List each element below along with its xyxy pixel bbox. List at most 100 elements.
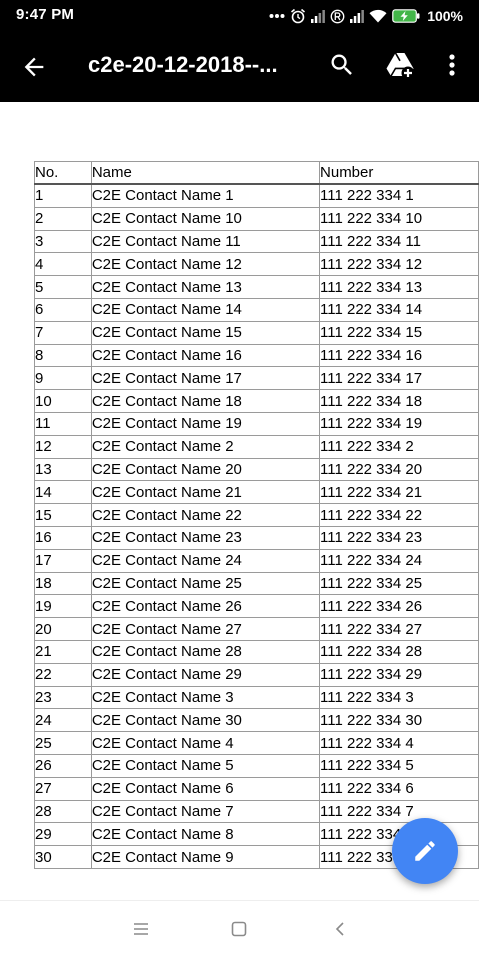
cell-name: C2E Contact Name 16 [90, 343, 321, 368]
table-row: 11 C2E Contact Name 19 111 222 334 19 [34, 411, 479, 436]
table-row: 26 C2E Contact Name 5 111 222 334 5 [34, 753, 479, 778]
cell-name: C2E Contact Name 19 [90, 411, 321, 436]
table-row: 12 C2E Contact Name 2 111 222 334 2 [34, 434, 479, 459]
cell-number: 111 222 334 5 [319, 753, 479, 778]
cell-number: 111 222 334 19 [319, 411, 479, 436]
cell-name: C2E Contact Name 15 [90, 320, 321, 345]
cell-no: 1 [34, 183, 92, 208]
cell-no: 22 [34, 662, 92, 687]
edit-fab-button[interactable] [392, 818, 458, 884]
cell-name: C2E Contact Name 11 [90, 229, 321, 254]
table-row: 17 C2E Contact Name 24 111 222 334 24 [34, 548, 479, 573]
cell-name: C2E Contact Name 2 [90, 434, 321, 459]
header-no: No. [34, 161, 92, 185]
cell-name: C2E Contact Name 3 [90, 685, 321, 710]
system-nav-bar [0, 900, 479, 959]
cell-number: 111 222 334 14 [319, 297, 479, 322]
cell-no: 3 [34, 229, 92, 254]
drive-add-icon[interactable] [385, 50, 415, 80]
cell-name: C2E Contact Name 7 [90, 799, 321, 824]
cell-no: 23 [34, 685, 92, 710]
header-number: Number [319, 161, 479, 185]
cell-number: 111 222 334 15 [319, 320, 479, 345]
table-row: 25 C2E Contact Name 4 111 222 334 4 [34, 731, 479, 755]
back-icon[interactable] [334, 921, 346, 937]
cell-name: C2E Contact Name 23 [90, 525, 321, 550]
cell-name: C2E Contact Name 20 [90, 457, 321, 482]
cell-no: 26 [34, 753, 92, 778]
cell-name: C2E Contact Name 28 [90, 639, 321, 664]
cell-number: 111 222 334 29 [319, 662, 479, 687]
cell-no: 30 [34, 845, 92, 869]
table-row: 1 C2E Contact Name 1 111 222 334 1 [34, 183, 479, 208]
table-row: 24 C2E Contact Name 30 111 222 334 30 [34, 708, 479, 733]
cell-no: 15 [34, 503, 92, 527]
back-arrow-icon[interactable] [20, 53, 48, 81]
cell-no: 28 [34, 799, 92, 824]
cell-number: 111 222 334 26 [319, 594, 479, 619]
table-body: 1 C2E Contact Name 1 111 222 334 1 2 C2E Con… [34, 183, 479, 869]
cell-name: C2E Contact Name 6 [90, 776, 321, 801]
cell-name: C2E Contact Name 25 [90, 571, 321, 596]
cell-no: 12 [34, 434, 92, 459]
cell-name: C2E Contact Name 14 [90, 297, 321, 322]
cell-name: C2E Contact Name 24 [90, 548, 321, 573]
table-row: 21 C2E Contact Name 28 111 222 334 28 [34, 639, 479, 664]
cell-number: 111 222 334 12 [319, 252, 479, 277]
cell-no: 20 [34, 617, 92, 641]
document-title: c2e-20-12-2018--... [88, 52, 278, 77]
home-icon[interactable] [231, 921, 247, 937]
battery-percent: 100% [427, 8, 463, 24]
app-bar: c2e-20-12-2018--... [0, 32, 479, 102]
cell-name: C2E Contact Name 9 [90, 845, 321, 869]
table-row: 9 C2E Contact Name 17 111 222 334 17 [34, 366, 479, 391]
more-dots-icon [269, 14, 285, 18]
table-row: 2 C2E Contact Name 10 111 222 334 10 [34, 206, 479, 231]
more-vert-icon[interactable] [440, 50, 464, 80]
cell-no: 7 [34, 320, 92, 345]
cell-number: 111 222 334 22 [319, 503, 479, 527]
alarm-icon [291, 8, 306, 24]
cell-no: 9 [34, 366, 92, 391]
cell-no: 10 [34, 389, 92, 413]
cell-no: 17 [34, 548, 92, 573]
cell-no: 11 [34, 411, 92, 436]
contacts-table: No. Name Number 1 C2E Contact Name 1 111 2… [34, 161, 479, 869]
registered-icon [330, 9, 345, 23]
cell-name: C2E Contact Name 30 [90, 708, 321, 733]
cell-number: 111 222 334 23 [319, 525, 479, 550]
cell-no: 13 [34, 457, 92, 482]
table-row: 16 C2E Contact Name 23 111 222 334 23 [34, 525, 479, 550]
cell-name: C2E Contact Name 29 [90, 662, 321, 687]
cell-no: 6 [34, 297, 92, 322]
menu-icon[interactable] [132, 921, 150, 937]
cell-no: 27 [34, 776, 92, 801]
table-header-row: No. Name Number [34, 161, 479, 185]
cell-name: C2E Contact Name 5 [90, 753, 321, 778]
battery-charging-icon [392, 9, 420, 23]
status-bar: 9:47 PM 100% [0, 0, 479, 32]
search-icon[interactable] [328, 51, 356, 79]
cell-number: 111 222 334 3 [319, 685, 479, 710]
cell-number: 111 222 334 24 [319, 548, 479, 573]
cell-number: 111 222 334 10 [319, 206, 479, 231]
cell-no: 5 [34, 275, 92, 299]
table-row: 14 C2E Contact Name 21 111 222 334 21 [34, 480, 479, 505]
cell-number: 111 222 334 21 [319, 480, 479, 505]
edit-pencil-icon [415, 841, 435, 861]
table-row: 27 C2E Contact Name 6 111 222 334 6 [34, 776, 479, 801]
cell-no: 21 [34, 639, 92, 664]
cell-name: C2E Contact Name 8 [90, 822, 321, 847]
document-view[interactable]: No. Name Number 1 C2E Contact Name 1 111 2… [0, 102, 479, 900]
table-row: 15 C2E Contact Name 22 111 222 334 22 [34, 503, 479, 527]
table-row: 4 C2E Contact Name 12 111 222 334 12 [34, 252, 479, 277]
table-row: 22 C2E Contact Name 29 111 222 334 29 [34, 662, 479, 687]
cell-number: 111 222 334 6 [319, 776, 479, 801]
cell-name: C2E Contact Name 4 [90, 731, 321, 755]
table-row: 13 C2E Contact Name 20 111 222 334 20 [34, 457, 479, 482]
cell-no: 2 [34, 206, 92, 231]
cell-number: 111 222 334 4 [319, 731, 479, 755]
cell-no: 25 [34, 731, 92, 755]
cell-name: C2E Contact Name 26 [90, 594, 321, 619]
signal-icon [311, 10, 326, 23]
